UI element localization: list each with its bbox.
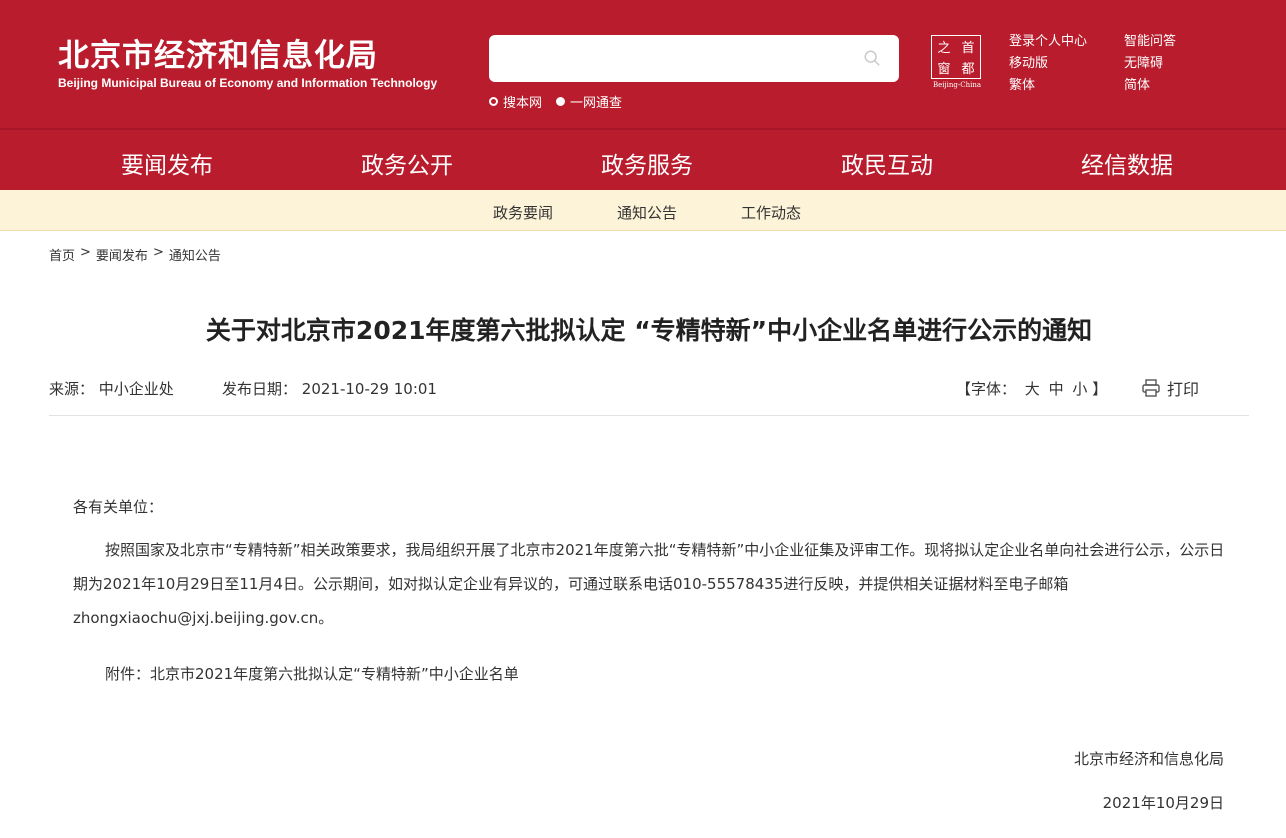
article-source: 来源： 中小企业处 [49, 378, 174, 399]
article-date: 发布日期： 2021-10-29 10:01 [222, 378, 437, 399]
font-size-medium[interactable]: 中 [1049, 380, 1064, 398]
font-size-large[interactable]: 大 [1025, 380, 1040, 398]
article-salutation: 各有关单位： [73, 498, 164, 516]
smart-qa-link[interactable]: 智能问答 [1124, 33, 1209, 50]
nav-gov-services[interactable]: 政务服务 [601, 146, 693, 180]
subnav-work-updates[interactable]: 工作动态 [741, 202, 801, 223]
search-scope-options: 搜本网 一网通查 [489, 92, 622, 111]
seal-caption: Beijing-China [932, 81, 982, 89]
breadcrumb-separator: > [80, 245, 91, 260]
meta-divider [49, 415, 1249, 416]
nav-interaction[interactable]: 政民互动 [841, 146, 933, 180]
font-size-close: 】 [1092, 380, 1108, 398]
font-size-label: 【字体： [956, 380, 1017, 398]
capital-window-seal[interactable]: 之 首 窗 都 Beijing-China [931, 35, 983, 91]
subnav-notices[interactable]: 通知公告 [617, 202, 677, 223]
breadcrumb-news[interactable]: 要闻发布 [96, 245, 148, 264]
nav-data[interactable]: 经信数据 [1081, 146, 1173, 180]
print-button[interactable]: 打印 [1141, 376, 1199, 400]
subnav-gov-news[interactable]: 政务要闻 [493, 202, 553, 223]
search-input[interactable] [489, 35, 899, 82]
breadcrumb-home[interactable]: 首页 [49, 245, 75, 264]
seal-char: 首 [961, 41, 975, 56]
font-size-small[interactable]: 小 [1072, 380, 1087, 398]
article-body: 按照国家及北京市“专精特新”相关政策要求，我局组织开展了北京市2021年度第六批… [73, 541, 1225, 627]
seal-char: 之 [937, 41, 951, 56]
seal-char: 都 [961, 62, 975, 77]
nav-gov-affairs[interactable]: 政务公开 [361, 146, 453, 180]
date-label: 发布日期： [222, 380, 298, 398]
breadcrumb-notices[interactable]: 通知公告 [169, 245, 221, 264]
article-title: 关于对北京市2021年度第六批拟认定 “专精特新”中小企业名单进行公示的通知 [205, 316, 1093, 345]
font-size-controls: 【字体： 大 中 小 】 [956, 378, 1107, 399]
radio-icon [489, 97, 498, 106]
mobile-link[interactable]: 移动版 [1009, 55, 1124, 72]
search-icon[interactable] [863, 49, 881, 67]
search-scope-site-label: 搜本网 [503, 96, 543, 111]
source-label: 来源： [49, 380, 95, 398]
source-value: 中小企业处 [98, 380, 174, 398]
search-scope-site[interactable]: 搜本网 [489, 92, 542, 111]
site-logo-title[interactable]: 北京市经济和信息化局 [58, 30, 378, 75]
site-logo-subtitle: Beijing Municipal Bureau of Economy and … [58, 76, 438, 90]
search-scope-all[interactable]: 一网通查 [556, 92, 622, 111]
seal-char: 窗 [937, 62, 951, 77]
seal-icon: 之 首 窗 都 [931, 35, 981, 79]
nav-news[interactable]: 要闻发布 [121, 146, 213, 193]
simplified-chinese-link[interactable]: 简体 [1124, 77, 1209, 94]
breadcrumb: 首页 > 要闻发布 > 通知公告 [49, 245, 221, 264]
print-label: 打印 [1167, 380, 1200, 399]
main-nav: 要闻发布 政务公开 政务服务 政民互动 经信数据 [0, 130, 1286, 193]
article-attachment-link[interactable]: 附件：北京市2021年度第六批拟认定“专精特新”中小企业名单 [73, 657, 1228, 691]
traditional-chinese-link[interactable]: 繁体 [1009, 77, 1124, 94]
printer-icon [1142, 379, 1160, 397]
accessibility-link[interactable]: 无障碍 [1124, 55, 1209, 72]
radio-selected-icon [556, 97, 566, 106]
search-scope-all-label: 一网通查 [570, 96, 623, 111]
site-header: 北京市经济和信息化局 Beijing Municipal Bureau of E… [0, 0, 1286, 193]
article-signature: 北京市经济和信息化局 [1073, 750, 1224, 768]
breadcrumb-separator: > [152, 245, 164, 260]
header-quick-links: 登录个人中心 智能问答 移动版 无障碍 繁体 简体 [1009, 33, 1209, 94]
date-value: 2021-10-29 10:01 [301, 380, 437, 398]
sub-nav: 政务要闻 通知公告 工作动态 [0, 190, 1286, 231]
article-sign-date: 2021年10月29日 [1102, 794, 1224, 812]
login-link[interactable]: 登录个人中心 [1009, 33, 1124, 50]
